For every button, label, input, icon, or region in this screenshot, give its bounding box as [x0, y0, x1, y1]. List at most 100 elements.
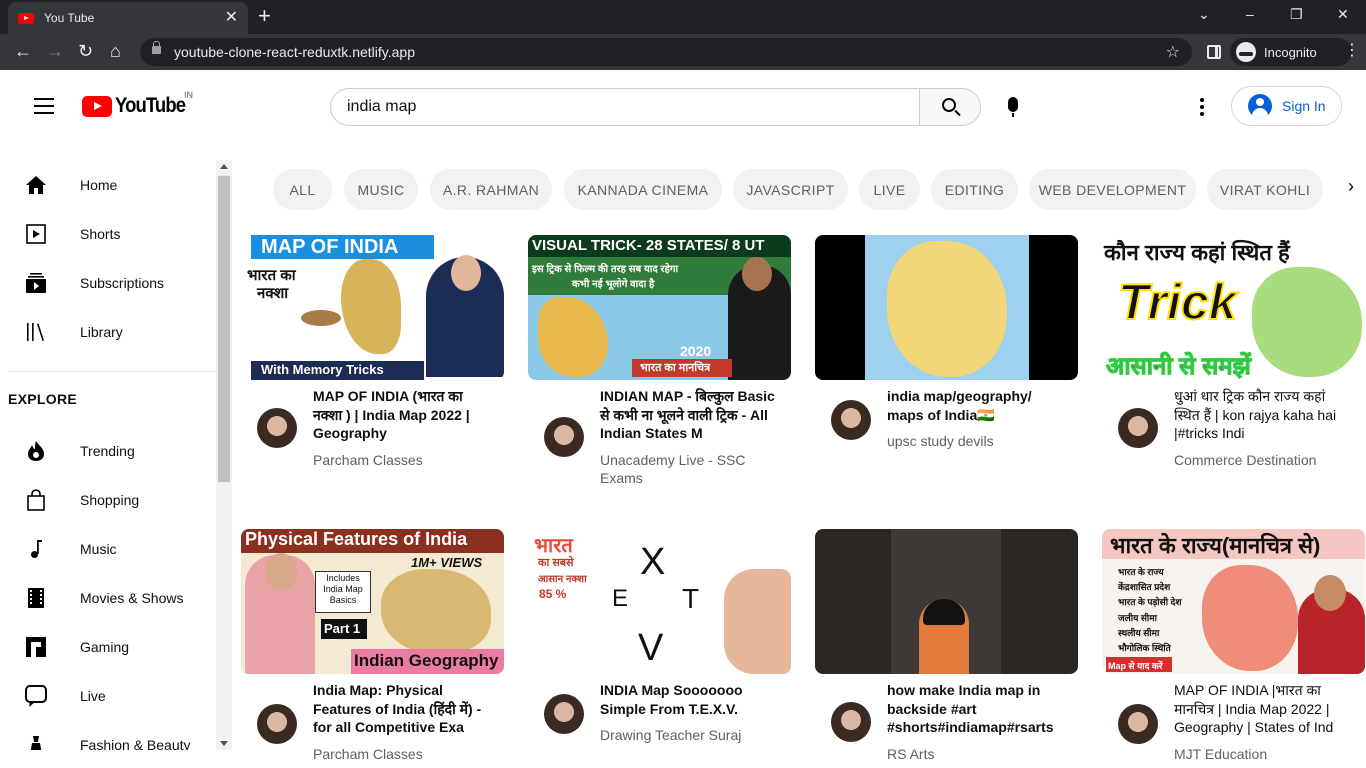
channel-avatar[interactable]: [1118, 408, 1158, 448]
channel-avatar[interactable]: [1118, 704, 1158, 744]
chip-virat-kohli[interactable]: VIRAT KOHLI: [1207, 169, 1323, 210]
youtube-play-icon: [82, 95, 112, 117]
address-bar[interactable]: youtube-clone-react-reduxtk.netlify.app …: [140, 38, 1192, 66]
reload-button[interactable]: ↻: [78, 41, 93, 61]
thumb-text: Map से याद करें: [1108, 661, 1163, 671]
browser-tab[interactable]: You Tube ✕: [8, 2, 248, 34]
thumb-text: MAP OF INDIA: [261, 236, 399, 258]
url-text: youtube-clone-react-reduxtk.netlify.app: [174, 44, 415, 60]
video-thumbnail[interactable]: [815, 235, 1078, 380]
chevron-right-icon[interactable]: ›: [1348, 176, 1354, 197]
browser-menu-icon[interactable]: ⋮: [1344, 42, 1360, 60]
youtube-logo[interactable]: YouTube IN: [82, 90, 195, 118]
hamburger-menu-icon[interactable]: [34, 98, 54, 114]
sidebar-item-subscriptions[interactable]: Subscriptions: [0, 263, 216, 303]
forward-button[interactable]: →: [46, 41, 64, 61]
channel-name[interactable]: Commerce Destination: [1174, 451, 1354, 469]
sidebar-item-fashion[interactable]: Fashion & Beauty: [0, 725, 216, 750]
channel-name[interactable]: RS Arts: [887, 745, 1067, 763]
search-input[interactable]: [330, 88, 920, 126]
sidebar-item-trending[interactable]: Trending: [0, 431, 216, 471]
sidebar-item-live[interactable]: Live: [0, 676, 216, 716]
incognito-badge[interactable]: Incognito: [1230, 38, 1352, 66]
live-icon: [24, 684, 48, 708]
new-tab-button[interactable]: +: [258, 5, 271, 27]
video-title[interactable]: MAP OF INDIA (भारत का नक्शा ) | India Ma…: [313, 387, 493, 443]
maximize-button[interactable]: ❐: [1290, 6, 1303, 23]
video-title[interactable]: india map/geography/ maps of India🇮🇳: [887, 387, 1067, 424]
sidebar-item-shopping[interactable]: Shopping: [0, 480, 216, 520]
chip-editing[interactable]: EDITING: [931, 169, 1018, 210]
video-thumbnail[interactable]: कौन राज्य कहां स्थित हैं Trick आसानी से …: [1102, 235, 1365, 380]
sidebar-item-shorts[interactable]: Shorts: [0, 214, 216, 254]
video-thumbnail[interactable]: Physical Features of India 1M+ VIEWS Inc…: [241, 529, 504, 674]
chip-kannada-cinema[interactable]: KANNADA CINEMA: [564, 169, 722, 210]
chip-web-development[interactable]: WEB DEVELOPMENT: [1029, 169, 1196, 210]
sidebar-item-movies[interactable]: Movies & Shows: [0, 578, 216, 618]
animal-graphic: [301, 310, 341, 326]
chip-javascript[interactable]: JAVASCRIPT: [733, 169, 848, 210]
channel-avatar[interactable]: [544, 417, 584, 457]
microphone-icon[interactable]: [1008, 97, 1018, 117]
video-thumbnail[interactable]: MAP OF INDIA भारत का नक्शा With Memory T…: [241, 235, 504, 380]
tab-close-icon[interactable]: ✕: [225, 10, 238, 26]
scroll-thumb[interactable]: [218, 176, 230, 482]
chip-ar-rahman[interactable]: A.R. RAHMAN: [430, 169, 552, 210]
tab-search-icon[interactable]: ⌄: [1198, 6, 1210, 23]
video-title[interactable]: INDIA Map Sooooooo Simple From T.E.X.V.: [600, 681, 780, 718]
thumb-text: भारत के पड़ोसी देश: [1118, 597, 1182, 607]
video-thumbnail[interactable]: [815, 529, 1078, 674]
video-thumbnail[interactable]: VISUAL TRICK- 28 STATES/ 8 UT इस ट्रिक स…: [528, 235, 791, 380]
sidebar-divider: [8, 371, 216, 372]
india-map-graphic: [341, 259, 401, 354]
sidebar-item-home[interactable]: Home: [0, 165, 216, 205]
channel-name[interactable]: Parcham Classes: [313, 451, 493, 469]
sidebar-item-music[interactable]: Music: [0, 529, 216, 569]
channel-name[interactable]: Parcham Classes: [313, 745, 493, 763]
sidebar-label: Music: [80, 541, 117, 557]
scroll-down-arrow-icon[interactable]: [220, 741, 228, 746]
back-button[interactable]: ←: [14, 41, 32, 61]
channel-avatar[interactable]: [257, 704, 297, 744]
video-title[interactable]: MAP OF INDIA |भारत का मानचित्र | India M…: [1174, 681, 1354, 737]
channel-name[interactable]: upsc study devils: [887, 432, 1067, 450]
chip-live[interactable]: LIVE: [859, 169, 920, 210]
video-title[interactable]: India Map: Physical Features of India (ह…: [313, 681, 493, 737]
video-thumbnail[interactable]: भारत के राज्य(मानचित्र से) भारत के राज्य…: [1102, 529, 1365, 674]
music-icon: [24, 537, 48, 561]
thumb-text: T: [682, 583, 700, 614]
india-map-graphic: [538, 297, 608, 377]
minimize-button[interactable]: –: [1246, 6, 1254, 22]
channel-avatar[interactable]: [831, 400, 871, 440]
incognito-label: Incognito: [1264, 44, 1317, 60]
sidebar-scrollbar[interactable]: [216, 160, 232, 750]
video-title[interactable]: धुआं धार ट्रिक कौन राज्य कहां स्थित हैं …: [1174, 387, 1354, 443]
channel-name[interactable]: Drawing Teacher Suraj: [600, 726, 780, 744]
sidebar-item-library[interactable]: Library: [0, 312, 216, 352]
sign-in-button[interactable]: Sign In: [1231, 86, 1342, 126]
more-options-icon[interactable]: [1200, 98, 1204, 119]
chip-all[interactable]: ALL: [273, 169, 332, 210]
channel-name[interactable]: MJT Education: [1174, 745, 1354, 763]
tab-title: You Tube: [44, 11, 95, 25]
chip-music[interactable]: MUSIC: [344, 169, 418, 210]
search-button[interactable]: [919, 88, 981, 126]
thumb-text: भौगोलिक स्थिति: [1118, 643, 1171, 653]
channel-avatar[interactable]: [831, 702, 871, 742]
india-map-graphic: [381, 569, 491, 654]
bookmark-star-icon[interactable]: ☆: [1166, 42, 1180, 62]
video-thumbnail[interactable]: भारत का सबसे आसान नक्शा 85 % X E T V: [528, 529, 791, 674]
channel-avatar[interactable]: [257, 408, 297, 448]
video-title[interactable]: how make India map in backside #art #sho…: [887, 681, 1067, 737]
side-panel-icon[interactable]: [1207, 45, 1221, 59]
home-button[interactable]: ⌂: [110, 41, 121, 61]
video-title[interactable]: INDIAN MAP - बिल्कुल Basic से कभी ना भूल…: [600, 387, 780, 443]
close-window-button[interactable]: ✕: [1337, 6, 1349, 23]
thumb-text: V: [638, 627, 664, 669]
sidebar-item-gaming[interactable]: Gaming: [0, 627, 216, 667]
thumb-text: 2020: [680, 343, 712, 359]
channel-name[interactable]: Unacademy Live - SSC Exams: [600, 451, 760, 487]
library-icon: [24, 320, 48, 344]
scroll-up-arrow-icon[interactable]: [220, 164, 228, 169]
channel-avatar[interactable]: [544, 694, 584, 734]
